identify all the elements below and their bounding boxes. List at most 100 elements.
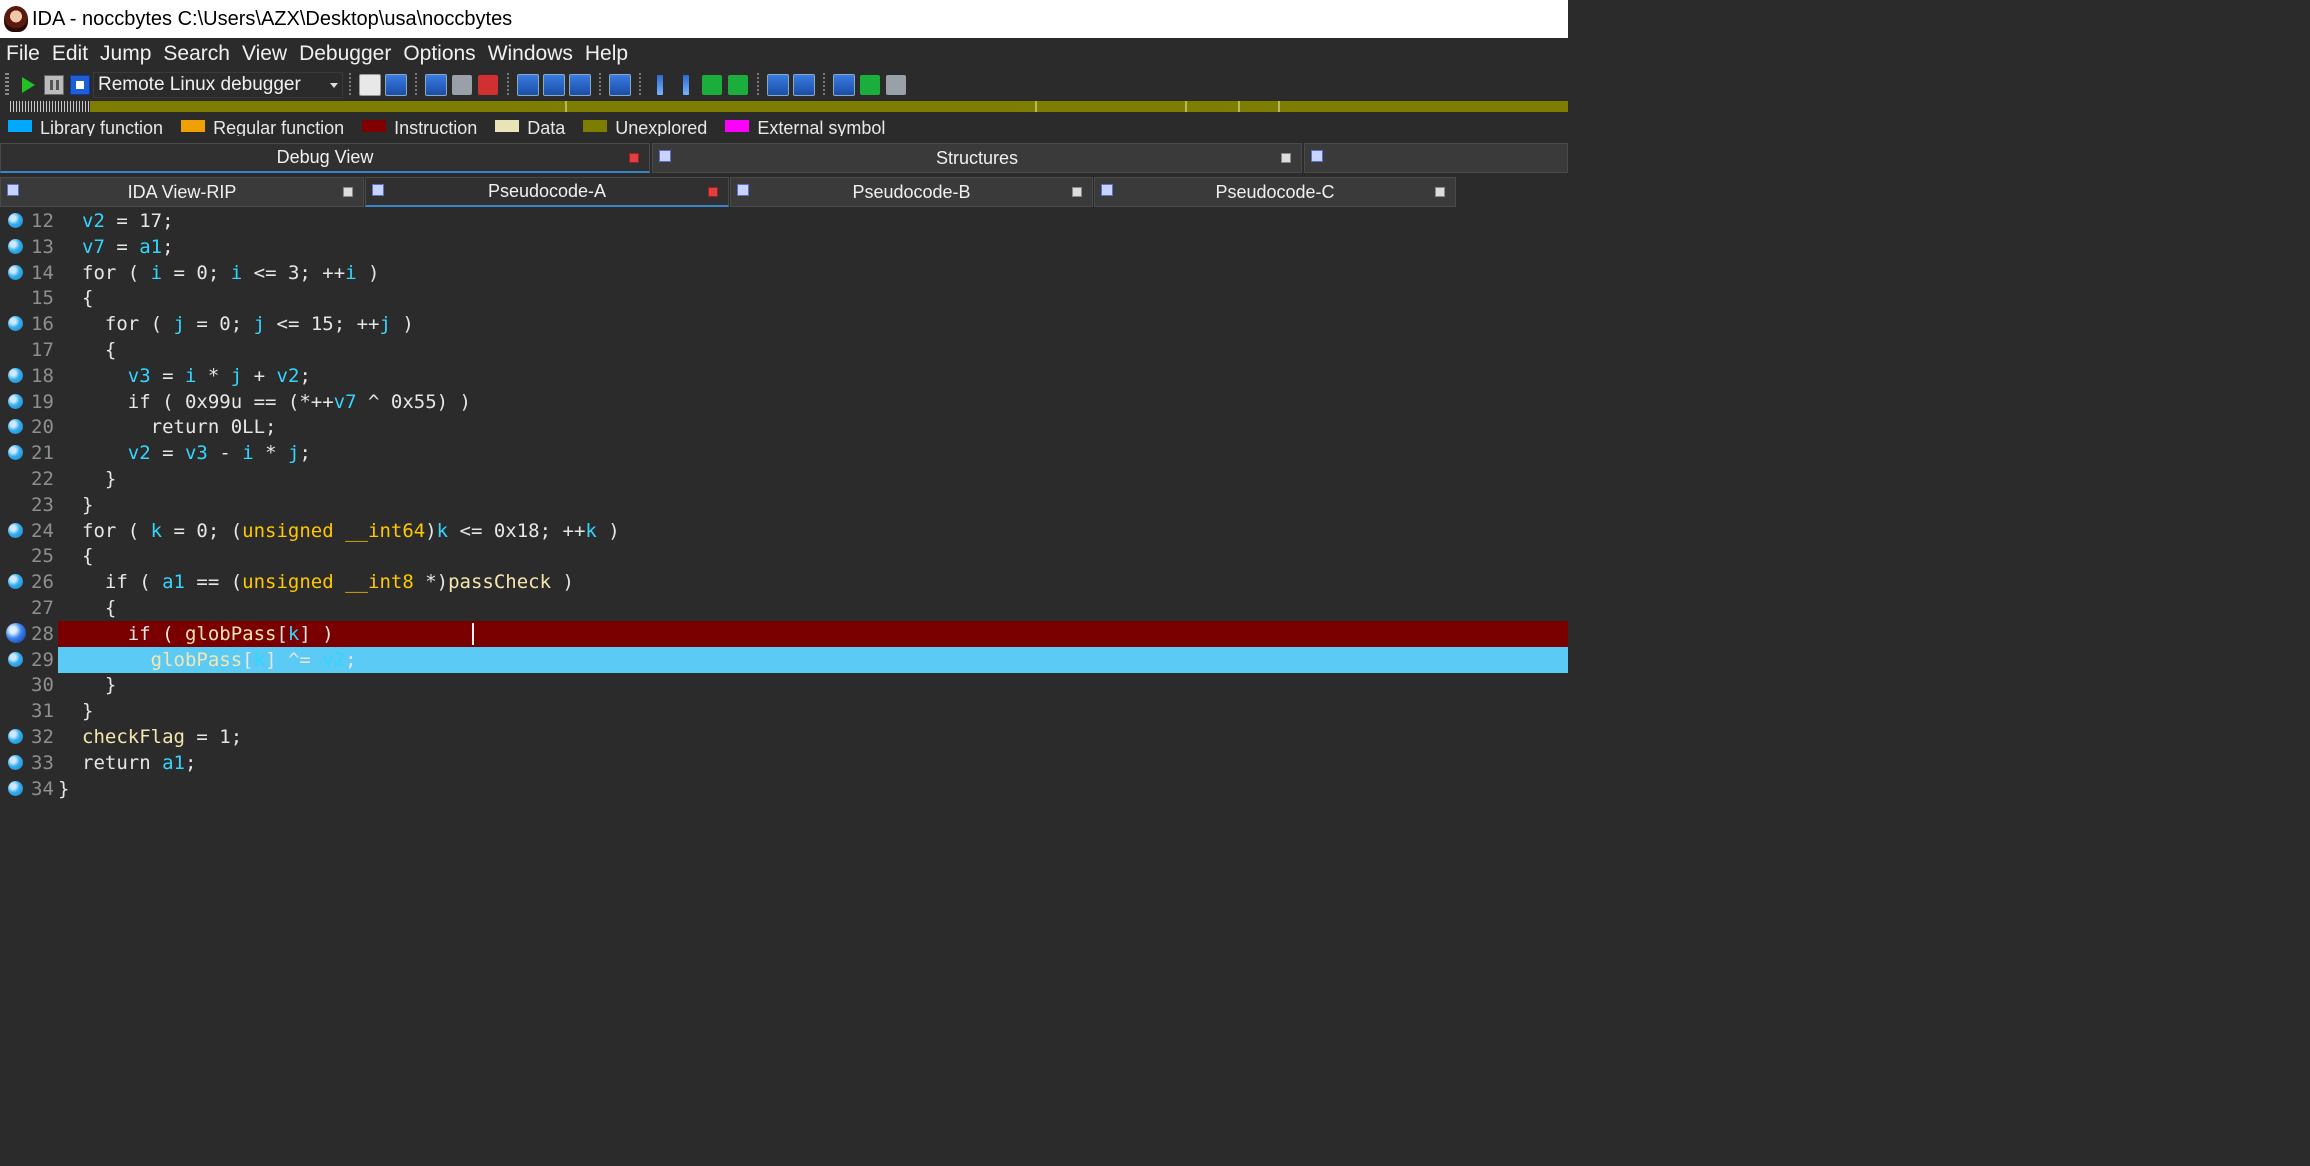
menu-debugger[interactable]: Debugger [293, 42, 397, 66]
menu-file[interactable]: File [0, 42, 46, 66]
check-button[interactable] [569, 74, 591, 96]
step-into-button[interactable] [649, 74, 671, 96]
tab-pseudocode-c[interactable]: Pseudocode-C [1094, 177, 1456, 207]
breakpoint-dot-icon[interactable] [8, 238, 23, 254]
code-text[interactable]: for ( k = 0; (unsigned __int64)k <= 0x18… [82, 518, 620, 544]
code-text[interactable]: if ( 0x99u == (*++v7 ^ 0x55) ) [82, 389, 471, 415]
code-text[interactable]: } [82, 672, 116, 698]
code-line[interactable]: 29 globPass[k] ^= v2; [0, 646, 1568, 673]
code-line[interactable]: 15 { [0, 285, 1568, 311]
toolbar-grip[interactable] [5, 73, 9, 97]
code-text[interactable]: { [82, 543, 93, 569]
breakpoint-list-button[interactable] [425, 74, 447, 96]
stack-trace-button[interactable] [609, 74, 631, 96]
code-text[interactable]: v2 = v3 - i * j; [82, 440, 311, 466]
code-line[interactable]: 17 { [0, 337, 1568, 363]
code-text[interactable]: } [82, 466, 116, 492]
code-text[interactable]: { [82, 285, 93, 311]
code-text[interactable]: for ( j = 0; j <= 15; ++j ) [82, 311, 414, 337]
code-line[interactable]: 20 return 0LL; [0, 414, 1568, 440]
attach-process-button[interactable] [359, 74, 381, 96]
run-to-cursor-button[interactable] [701, 74, 723, 96]
tab-debug-view[interactable]: Debug View [0, 143, 650, 173]
code-line[interactable]: 22 } [0, 466, 1568, 492]
code-line[interactable]: 28 if ( globPass[k] ) [0, 620, 1568, 647]
breakpoint-dot-icon[interactable] [8, 445, 23, 461]
code-line[interactable]: 24 for ( k = 0; (unsigned __int64)k <= 0x… [0, 518, 1568, 544]
copy-window-button[interactable] [767, 74, 789, 96]
navigation-band[interactable] [10, 101, 1568, 112]
code-line[interactable]: 18 v3 = i * j + v2; [0, 363, 1568, 389]
tab-structures[interactable]: Structures [652, 143, 1302, 173]
tab-ida-view-rip[interactable]: IDA View-RIP [0, 177, 364, 207]
code-line[interactable]: 21 v2 = v3 - i * j; [0, 440, 1568, 466]
code-text[interactable]: } [82, 698, 93, 724]
delete-breakpoint-button[interactable] [477, 74, 499, 96]
copy-window-button-2[interactable] [793, 74, 815, 96]
breakpoint-dot-icon[interactable] [8, 574, 23, 590]
code-text[interactable]: { [82, 595, 116, 621]
menu-edit[interactable]: Edit [46, 42, 94, 66]
modules-button[interactable] [543, 74, 565, 96]
code-line[interactable]: 32 checkFlag = 1; [0, 724, 1568, 750]
breakpoint-dot-icon[interactable] [8, 729, 23, 744]
tab-pseudocode-a[interactable]: Pseudocode-A [365, 177, 729, 207]
breakpoint-dot-icon[interactable] [8, 651, 23, 667]
tab-pseudocode-b[interactable]: Pseudocode-B [730, 177, 1093, 207]
close-icon[interactable] [1281, 153, 1291, 163]
code-text[interactable]: { [82, 337, 116, 363]
code-line[interactable]: 31} [0, 698, 1568, 724]
breakpoint-dot-icon[interactable] [8, 213, 23, 228]
code-line[interactable]: 14 for ( i = 0; i <= 3; ++i ) [0, 260, 1568, 286]
code-line[interactable]: 34} [0, 776, 1568, 802]
threads-button[interactable] [517, 74, 539, 96]
breakpoint-dot-icon[interactable] [8, 393, 23, 409]
detach-process-button[interactable] [385, 74, 407, 96]
code-line[interactable]: 27 { [0, 595, 1568, 621]
breakpoint-dot-icon[interactable] [8, 780, 23, 796]
menu-search[interactable]: Search [157, 42, 236, 66]
breakpoint-dot-icon[interactable] [8, 754, 23, 770]
close-icon[interactable] [629, 152, 639, 163]
current-instruction-icon[interactable] [6, 622, 26, 643]
code-text[interactable]: v2 = 17; [82, 208, 174, 234]
code-text[interactable]: globPass[k] ^= v2; [82, 647, 357, 673]
breakpoint-dot-icon[interactable] [8, 419, 23, 435]
code-text[interactable]: if ( globPass[k] ) [82, 621, 334, 647]
code-text[interactable]: return 0LL; [82, 414, 277, 440]
breakpoint-dot-icon[interactable] [8, 522, 23, 538]
tab-untitled[interactable] [1304, 143, 1568, 173]
code-line[interactable]: 25 { [0, 543, 1568, 569]
terminate-process-button[interactable] [69, 74, 91, 96]
menu-options[interactable]: Options [397, 42, 481, 66]
step-over-button[interactable] [675, 74, 697, 96]
code-line[interactable]: 13 v7 = a1; [0, 234, 1568, 260]
code-text[interactable]: return a1; [82, 750, 196, 776]
close-icon[interactable] [1072, 187, 1082, 197]
code-text[interactable]: } [82, 492, 93, 518]
code-line[interactable]: 23} [0, 492, 1568, 518]
code-text[interactable]: checkFlag = 1; [82, 724, 242, 750]
menu-jump[interactable]: Jump [94, 42, 157, 66]
tools-button[interactable] [885, 74, 907, 96]
code-text[interactable]: v7 = a1; [82, 234, 174, 260]
pause-process-button[interactable] [43, 74, 65, 96]
menu-view[interactable]: View [236, 42, 293, 66]
add-breakpoint-button[interactable] [451, 74, 473, 96]
add-node-button[interactable] [859, 74, 881, 96]
close-icon[interactable] [708, 186, 718, 197]
debugger-select[interactable]: Remote Linux debugger [93, 72, 343, 98]
breakpoint-dot-icon[interactable] [8, 367, 23, 383]
code-line[interactable]: 26 if ( a1 == (unsigned __int8 *)passChe… [0, 569, 1568, 595]
pseudocode-view[interactable]: 12 v2 = 17; 13 v7 = a1; 14 for ( i = 0; i <= … [0, 208, 1568, 800]
start-process-button[interactable] [17, 74, 39, 96]
code-line[interactable]: 12 v2 = 17; [0, 208, 1568, 234]
close-icon[interactable] [343, 187, 353, 197]
code-text[interactable]: for ( i = 0; i <= 3; ++i ) [82, 260, 379, 286]
breakpoint-dot-icon[interactable] [8, 316, 23, 332]
close-icon[interactable] [1435, 187, 1445, 197]
graph-button[interactable] [833, 74, 855, 96]
menu-windows[interactable]: Windows [482, 42, 579, 66]
breakpoint-dot-icon[interactable] [8, 264, 23, 280]
code-text[interactable]: if ( a1 == (unsigned __int8 *)passCheck … [82, 569, 574, 595]
